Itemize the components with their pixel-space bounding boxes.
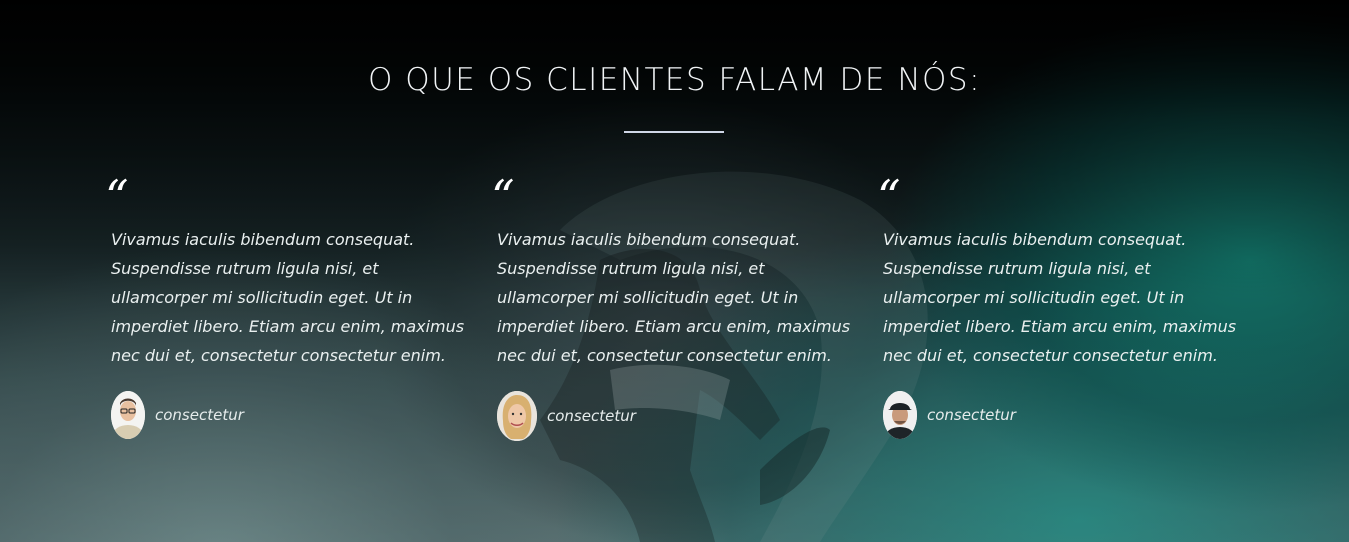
blonde-woman-avatar-icon	[497, 391, 537, 441]
testimonial-text: Vivamus iaculis bibendum consequat. Susp…	[111, 230, 465, 365]
author-name: consectetur	[155, 406, 244, 424]
testimonial-text: Vivamus iaculis bibendum consequat. Susp…	[883, 230, 1237, 365]
title-divider	[624, 131, 724, 133]
author-name: consectetur	[547, 407, 636, 425]
man-with-glasses-avatar-icon	[111, 391, 145, 439]
testimonial-author: consectetur	[883, 391, 1016, 439]
man-with-cap-avatar-icon	[883, 391, 917, 439]
author-name: consectetur	[927, 406, 1016, 424]
quote-icon: “	[105, 170, 129, 224]
quote-icon: “	[491, 170, 515, 224]
testimonials-section: O QUE OS CLIENTES FALAM DE NÓS: “ Vivamu…	[0, 0, 1349, 542]
testimonial-text: Vivamus iaculis bibendum consequat. Susp…	[497, 230, 851, 365]
section-title: O QUE OS CLIENTES FALAM DE NÓS:	[367, 62, 982, 98]
quote-icon: “	[877, 170, 901, 224]
testimonial-author: consectetur	[497, 391, 636, 441]
testimonial-author: consectetur	[111, 391, 244, 439]
